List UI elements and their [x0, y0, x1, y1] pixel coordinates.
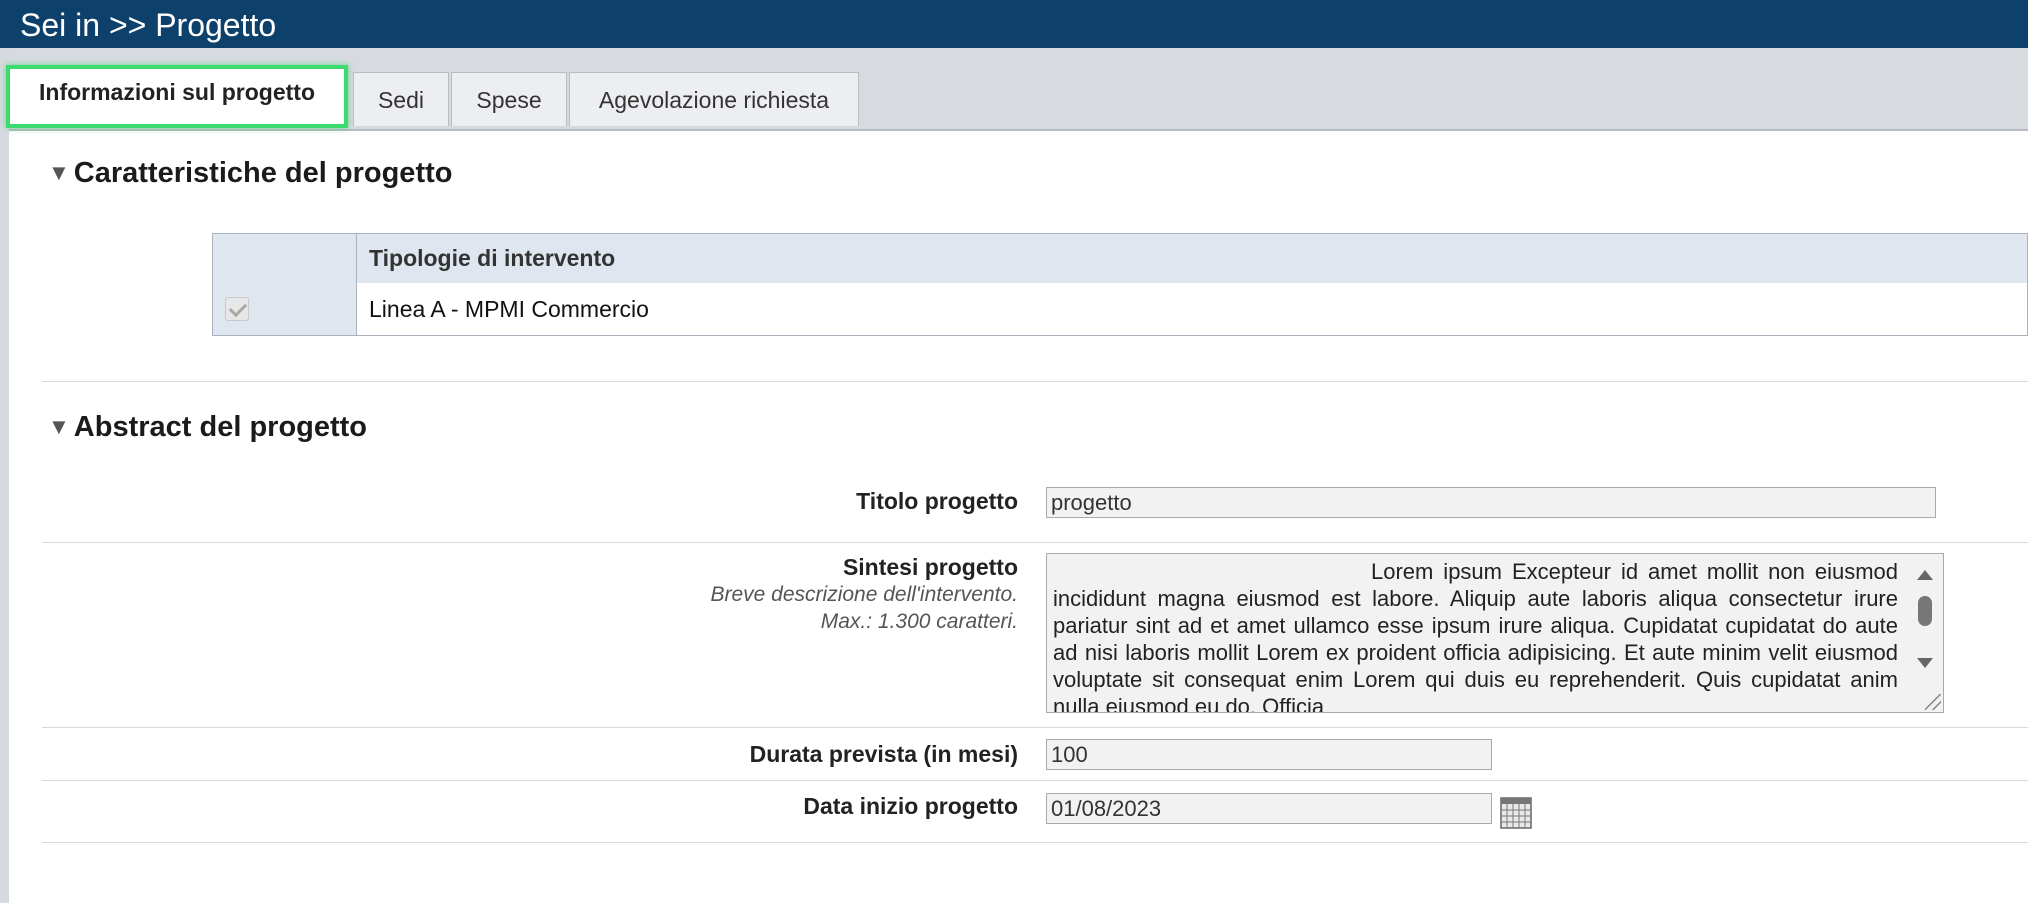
- sintesi-hint-max-chars: Max.: 1.300 caratteri.: [820, 610, 1018, 633]
- tipologie-table: Tipologie di intervento Linea A - MPMI C…: [212, 233, 2028, 336]
- sintesi-progetto-label: Sintesi progetto: [842, 554, 1018, 580]
- table-header-tipologie: Tipologie di intervento: [369, 245, 616, 271]
- section-abstract-toggle[interactable]: ▼ Abstract del progetto: [48, 411, 367, 444]
- table-row: Linea A - MPMI Commercio: [213, 283, 2027, 335]
- scroll-down-icon[interactable]: [1917, 658, 1933, 668]
- durata-prevista-label: Durata prevista (in mesi): [749, 741, 1018, 767]
- table-header-row: Tipologie di intervento: [213, 234, 2027, 284]
- tab-agevolazione-richiesta[interactable]: Agevolazione richiesta: [569, 72, 859, 126]
- triangle-down-icon: ▼: [48, 160, 70, 185]
- triangle-down-icon: ▼: [48, 414, 70, 439]
- left-border: [0, 48, 9, 903]
- divider: [42, 780, 2028, 781]
- row-checkbox[interactable]: [225, 297, 249, 321]
- divider: [42, 842, 2028, 843]
- scroll-up-icon[interactable]: [1917, 570, 1933, 580]
- divider: [42, 542, 2028, 543]
- data-inizio-label: Data inizio progetto: [803, 793, 1018, 819]
- titolo-progetto-label: Titolo progetto: [856, 488, 1018, 514]
- titolo-progetto-input[interactable]: [1046, 487, 1936, 518]
- section-title: Abstract del progetto: [73, 411, 368, 443]
- table-header-checkbox-col: [213, 234, 357, 283]
- divider: [42, 381, 2028, 382]
- breadcrumb: Sei in >> Progetto: [20, 7, 277, 43]
- section-caratteristiche-toggle[interactable]: ▼ Caratteristiche del progetto: [48, 157, 452, 190]
- resize-handle-icon[interactable]: [1925, 694, 1941, 710]
- tab-label: Sedi: [377, 87, 425, 113]
- section-title: Caratteristiche del progetto: [73, 157, 453, 189]
- tab-informazioni-progetto[interactable]: Informazioni sul progetto: [6, 65, 348, 128]
- tab-spese[interactable]: Spese: [451, 72, 567, 126]
- divider: [42, 727, 2028, 728]
- table-cell-checkbox: [213, 283, 357, 335]
- data-inizio-input[interactable]: [1046, 793, 1492, 824]
- textarea-scrollbar[interactable]: [1907, 554, 1943, 712]
- tab-label: Spese: [476, 87, 542, 113]
- tab-label: Agevolazione richiesta: [598, 87, 830, 113]
- durata-prevista-input[interactable]: [1046, 739, 1492, 770]
- page: Sei in >> Progetto Informazioni sul prog…: [0, 0, 2028, 903]
- calendar-icon[interactable]: [1500, 795, 1532, 829]
- tab-label: Informazioni sul progetto: [39, 79, 315, 105]
- page-header: Sei in >> Progetto: [0, 0, 2028, 48]
- tab-sedi[interactable]: Sedi: [353, 72, 449, 126]
- table-cell-tipologia: Linea A - MPMI Commercio: [369, 296, 649, 322]
- sintesi-progetto-text: Lorem ipsum Excepteur id amet mollit non…: [1053, 559, 1898, 713]
- sintesi-hint-description: Breve descrizione dell'intervento.: [710, 583, 1018, 606]
- scroll-thumb[interactable]: [1918, 596, 1932, 626]
- sintesi-progetto-textarea[interactable]: Lorem ipsum Excepteur id amet mollit non…: [1046, 553, 1944, 713]
